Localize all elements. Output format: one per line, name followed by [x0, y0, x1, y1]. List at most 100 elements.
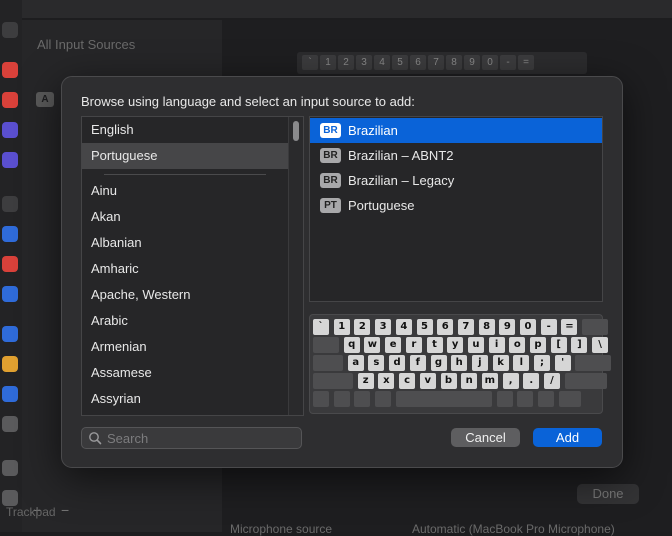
add-button[interactable]: Add [533, 428, 602, 447]
key: e [385, 337, 402, 353]
source-badge-icon: BR [320, 148, 341, 163]
language-item[interactable]: Ainu [82, 178, 288, 204]
icloud-icon[interactable] [2, 386, 18, 402]
language-item[interactable]: Arabic [82, 308, 288, 334]
preview-key: ` [302, 55, 318, 70]
modifier-key [558, 391, 581, 407]
key: y [447, 337, 464, 353]
key: k [492, 355, 509, 371]
key: a [347, 355, 364, 371]
input-source-item-brazilian[interactable]: BR Brazilian [310, 118, 602, 143]
language-item-english[interactable]: English [82, 117, 288, 143]
preview-key: 3 [356, 55, 372, 70]
sidebar-item-trackpad[interactable]: Trackpad [6, 505, 56, 519]
key: u [467, 337, 484, 353]
list-divider [104, 174, 266, 175]
key: t [426, 337, 443, 353]
at-icon[interactable] [2, 326, 18, 342]
key: p [530, 337, 546, 353]
language-item[interactable]: Assyrian [82, 386, 288, 412]
bell-icon[interactable] [2, 62, 18, 78]
key: [ [550, 337, 567, 353]
key: m [481, 373, 498, 389]
language-item-portuguese[interactable]: Portuguese [82, 143, 288, 169]
key: - [540, 319, 557, 335]
fingerprint-icon[interactable] [2, 256, 18, 272]
preview-key: 9 [464, 55, 480, 70]
input-source-label: Brazilian [348, 123, 398, 138]
language-item[interactable]: Armenian [82, 334, 288, 360]
preview-key: 7 [428, 55, 444, 70]
key: d [389, 355, 406, 371]
language-list-scrollbar[interactable] [288, 117, 303, 415]
modifier-key [313, 337, 339, 353]
hourglass-icon[interactable] [2, 152, 18, 168]
modifier-key [395, 391, 492, 407]
photos-icon[interactable] [2, 356, 18, 372]
key: = [561, 319, 578, 335]
key: o [509, 337, 526, 353]
key: q [343, 337, 360, 353]
key: g [430, 355, 447, 371]
modifier-key [313, 391, 329, 407]
language-item[interactable]: Apache, Western [82, 282, 288, 308]
key: x [378, 373, 395, 389]
key: v [419, 373, 436, 389]
lock-icon[interactable] [2, 196, 18, 212]
key: 2 [354, 319, 371, 335]
wallet-icon[interactable] [2, 416, 18, 432]
panel-title: All Input Sources [37, 37, 136, 52]
trackpad-icon[interactable] [2, 490, 18, 506]
input-source-item-brazilian-abnt2[interactable]: BR Brazilian – ABNT2 [310, 143, 602, 168]
input-source-item-portuguese[interactable]: PT Portuguese [310, 193, 602, 218]
input-source-label: Brazilian – ABNT2 [348, 148, 454, 163]
source-badge-icon: BR [320, 173, 341, 188]
key: s [368, 355, 385, 371]
input-source-label: Brazilian – Legacy [348, 173, 455, 188]
scrollbar-thumb[interactable] [293, 121, 299, 141]
sheet-title: Browse using language and select an inpu… [81, 94, 415, 109]
preview-key: 5 [392, 55, 408, 70]
search-field[interactable] [81, 427, 302, 449]
preview-key: 8 [446, 55, 462, 70]
modifier-key [564, 373, 607, 389]
preview-key: 4 [374, 55, 390, 70]
keyboard-icon[interactable] [2, 460, 18, 476]
input-source-item-brazilian-legacy[interactable]: BR Brazilian – Legacy [310, 168, 602, 193]
speaker-icon[interactable] [2, 22, 18, 38]
search-input[interactable] [107, 429, 292, 447]
language-item[interactable]: Akan [82, 204, 288, 230]
key: z [357, 373, 374, 389]
sound-icon[interactable] [2, 92, 18, 108]
window-titlebar [0, 0, 672, 18]
key: 9 [499, 319, 516, 335]
key: l [513, 355, 530, 371]
source-badge-icon: BR [320, 123, 341, 138]
moon-icon[interactable] [2, 122, 18, 138]
key: 8 [478, 319, 495, 335]
language-item[interactable]: Albanian [82, 230, 288, 256]
hand-icon[interactable] [2, 226, 18, 242]
key: 0 [520, 319, 536, 335]
input-source-badge: A [36, 92, 54, 107]
key: 6 [437, 319, 454, 335]
key: \ [592, 337, 609, 353]
key: 5 [416, 319, 433, 335]
cancel-button[interactable]: Cancel [451, 428, 520, 447]
key: b [440, 373, 457, 389]
remove-source-button[interactable]: − [61, 502, 69, 518]
preview-key: 0 [482, 55, 498, 70]
language-item[interactable]: Amharic [82, 256, 288, 282]
preview-key: 2 [338, 55, 354, 70]
keyboard-preview-strip: ` 1 2 3 4 5 6 7 8 9 0- = [297, 52, 587, 74]
key: ] [571, 337, 588, 353]
microphone-source-value[interactable]: Automatic (MacBook Pro Microphone) [412, 522, 615, 536]
modifier-key [375, 391, 392, 407]
people-icon[interactable] [2, 286, 18, 302]
key: w [364, 337, 381, 353]
done-button[interactable]: Done [577, 484, 639, 504]
language-list[interactable]: English Portuguese Ainu Akan Albanian Am… [81, 116, 304, 416]
input-source-list[interactable]: BR Brazilian BR Brazilian – ABNT2 BR Bra… [309, 116, 603, 302]
language-item[interactable]: Assamese [82, 360, 288, 386]
modifier-key [537, 391, 554, 407]
